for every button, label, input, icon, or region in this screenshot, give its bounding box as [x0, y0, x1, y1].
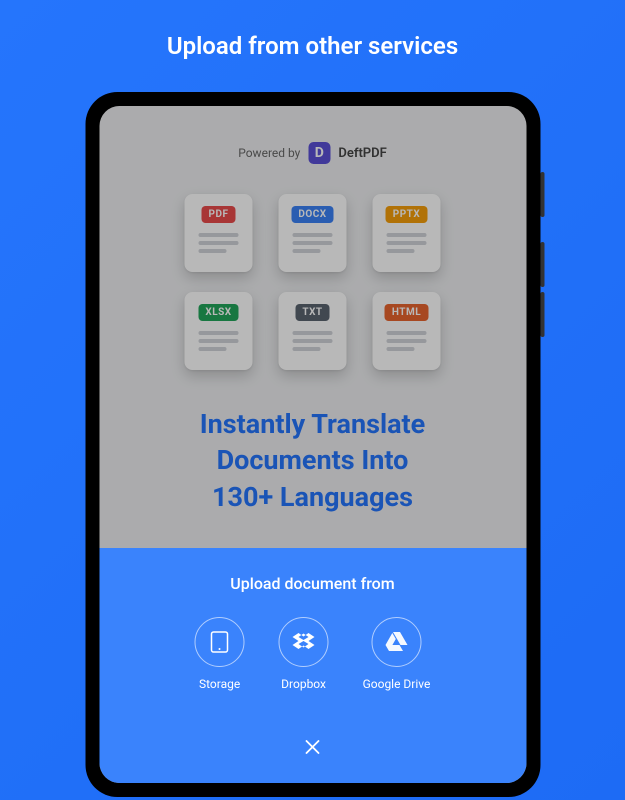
upload-label: Dropbox [281, 677, 326, 691]
close-sheet-button[interactable] [299, 733, 327, 761]
file-type-pdf: PDF [185, 194, 253, 272]
deftpdf-logo-icon: D [308, 142, 330, 164]
tablet-volume-down [540, 292, 544, 337]
file-lines-icon [199, 331, 239, 351]
powered-by-label: Powered by [238, 146, 300, 160]
upload-option-dropbox[interactable]: Dropbox [279, 617, 329, 691]
file-lines-icon [387, 331, 427, 351]
upload-options-row: Storage Dropbox [195, 617, 431, 691]
close-icon [306, 740, 320, 754]
file-badge: DOCX [291, 206, 333, 223]
file-type-grid: PDF DOCX PPTX XLSX TXT [119, 194, 506, 370]
file-type-pptx: PPTX [373, 194, 441, 272]
file-type-docx: DOCX [279, 194, 347, 272]
file-badge: PDF [202, 206, 236, 223]
tablet-screen: Powered by D DeftPDF PDF DOCX PPTX [99, 106, 526, 783]
file-badge: XLSX [198, 304, 238, 321]
sheet-title: Upload document from [230, 574, 394, 593]
upload-option-storage[interactable]: Storage [195, 617, 245, 691]
file-lines-icon [199, 233, 239, 253]
hero-line-1: Instantly Translate [149, 406, 476, 442]
hero-line-3: 130+ Languages [149, 479, 476, 515]
main-content: Powered by D DeftPDF PDF DOCX PPTX [99, 106, 526, 515]
tablet-power-button [540, 172, 544, 217]
hero-line-2: Documents Into [149, 442, 476, 478]
powered-by-row: Powered by D DeftPDF [119, 142, 506, 164]
dropbox-icon [279, 617, 329, 667]
file-badge: PPTX [386, 206, 427, 223]
upload-bottom-sheet: Upload document from Storage [99, 548, 526, 783]
file-lines-icon [293, 331, 333, 351]
page-title: Upload from other services [0, 0, 625, 60]
file-badge: HTML [385, 304, 428, 321]
tablet-frame: Powered by D DeftPDF PDF DOCX PPTX [85, 92, 540, 797]
tablet-volume-up [540, 242, 544, 287]
file-type-html: HTML [373, 292, 441, 370]
file-lines-icon [387, 233, 427, 253]
file-type-txt: TXT [279, 292, 347, 370]
deftpdf-brand-name: DeftPDF [338, 146, 386, 161]
upload-option-google-drive[interactable]: Google Drive [363, 617, 431, 691]
storage-icon [195, 617, 245, 667]
file-type-xlsx: XLSX [185, 292, 253, 370]
google-drive-icon [371, 617, 421, 667]
file-badge: TXT [295, 304, 329, 321]
file-lines-icon [293, 233, 333, 253]
hero-headline: Instantly Translate Documents Into 130+ … [119, 406, 506, 515]
upload-label: Google Drive [363, 677, 431, 691]
upload-label: Storage [199, 677, 240, 691]
